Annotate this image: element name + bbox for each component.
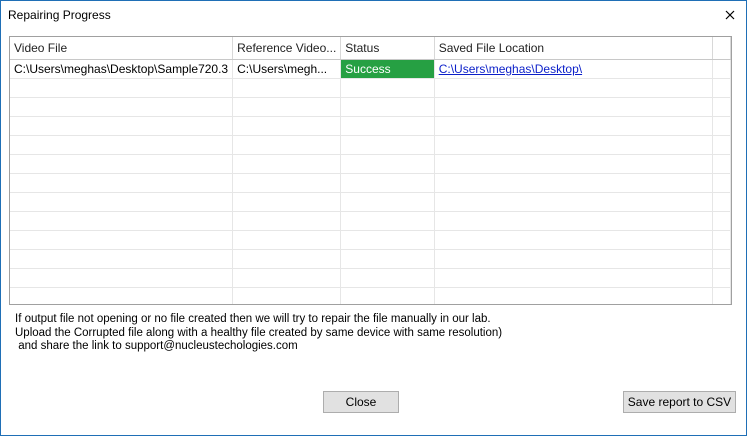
empty-cell xyxy=(340,173,435,193)
empty-cell xyxy=(340,97,435,117)
empty-cell xyxy=(712,211,731,231)
empty-cell xyxy=(712,78,731,98)
empty-cell xyxy=(712,116,731,136)
empty-cell xyxy=(712,154,731,174)
close-button[interactable]: Close xyxy=(323,391,399,413)
empty-cell xyxy=(340,154,435,174)
save-report-csv-button[interactable]: Save report to CSV xyxy=(623,391,736,413)
cell-status-success: Success xyxy=(340,59,435,79)
empty-cell xyxy=(10,268,234,288)
empty-cell xyxy=(340,249,435,269)
empty-cell xyxy=(10,154,234,174)
title-bar: Repairing Progress xyxy=(1,1,746,31)
empty-cell xyxy=(10,230,234,250)
results-table: Video File Reference Video... Status Sav… xyxy=(10,37,731,304)
empty-cell xyxy=(340,78,435,98)
empty-cell xyxy=(712,268,731,288)
empty-cell xyxy=(434,97,714,117)
empty-cell xyxy=(232,97,342,117)
empty-table-row xyxy=(10,78,731,98)
info-line-1: If output file not opening or no file cr… xyxy=(15,313,491,325)
empty-cell xyxy=(434,268,714,288)
column-header-video-file[interactable]: Video File xyxy=(10,37,234,60)
empty-table-row xyxy=(10,249,731,269)
empty-cell xyxy=(434,287,714,304)
column-header-status[interactable]: Status xyxy=(340,37,435,60)
table-header-row: Video File Reference Video... Status Sav… xyxy=(10,37,731,60)
empty-table-row xyxy=(10,116,731,136)
table-row[interactable]: C:\Users\meghas\Desktop\Sample720.3 C:\U… xyxy=(10,59,731,79)
empty-cell xyxy=(340,135,435,155)
empty-cell xyxy=(232,211,342,231)
empty-table-row xyxy=(10,173,731,193)
empty-cell xyxy=(10,287,234,304)
repairing-progress-dialog: Repairing Progress Video File Reference … xyxy=(0,0,747,436)
empty-cell xyxy=(10,249,234,269)
empty-cell xyxy=(232,268,342,288)
empty-cell xyxy=(434,116,714,136)
cell-video-file: C:\Users\meghas\Desktop\Sample720.3 xyxy=(10,59,234,79)
empty-table-row xyxy=(10,211,731,231)
empty-cell xyxy=(232,230,342,250)
column-header-reference-video[interactable]: Reference Video... xyxy=(232,37,342,60)
results-grid[interactable]: Video File Reference Video... Status Sav… xyxy=(9,36,732,305)
empty-cell xyxy=(434,230,714,250)
empty-cell xyxy=(712,192,731,212)
empty-cell xyxy=(10,135,234,155)
cell-saved-location[interactable]: C:\Users\meghas\Desktop\ xyxy=(434,59,714,79)
cell-reference-video: C:\Users\megh... xyxy=(232,59,342,79)
empty-table-row xyxy=(10,287,731,304)
empty-cell xyxy=(712,287,731,304)
empty-cell xyxy=(340,211,435,231)
empty-cell xyxy=(10,116,234,136)
empty-cell xyxy=(232,154,342,174)
empty-cell xyxy=(434,154,714,174)
empty-cell xyxy=(232,78,342,98)
empty-cell xyxy=(340,230,435,250)
info-text: If output file not opening or no file cr… xyxy=(15,313,502,354)
empty-cell xyxy=(434,211,714,231)
empty-cell xyxy=(10,173,234,193)
saved-location-link[interactable]: C:\Users\meghas\Desktop\ xyxy=(439,62,582,76)
empty-table-row xyxy=(10,230,731,250)
close-icon[interactable] xyxy=(722,7,738,23)
empty-cell xyxy=(232,135,342,155)
empty-cell xyxy=(434,192,714,212)
empty-cell xyxy=(232,192,342,212)
empty-cell xyxy=(340,287,435,304)
info-line-3: and share the link to support@nucleustec… xyxy=(15,340,298,352)
empty-cell xyxy=(434,249,714,269)
empty-cell xyxy=(434,135,714,155)
empty-cell xyxy=(434,78,714,98)
empty-cell xyxy=(10,78,234,98)
empty-cell xyxy=(232,173,342,193)
empty-cell xyxy=(340,268,435,288)
empty-cell xyxy=(10,97,234,117)
cell-empty xyxy=(712,59,731,79)
empty-cell xyxy=(232,287,342,304)
column-header-saved-file-location[interactable]: Saved File Location xyxy=(434,37,714,60)
info-line-2: Upload the Corrupted file along with a h… xyxy=(15,326,503,339)
empty-cell xyxy=(340,192,435,212)
column-header-empty xyxy=(712,37,731,60)
empty-cell xyxy=(340,116,435,136)
empty-table-row xyxy=(10,135,731,155)
empty-cell xyxy=(10,211,234,231)
empty-table-row xyxy=(10,97,731,117)
dialog-title: Repairing Progress xyxy=(8,8,111,22)
empty-cell xyxy=(712,249,731,269)
empty-cell xyxy=(232,249,342,269)
empty-cell xyxy=(434,173,714,193)
empty-cell xyxy=(10,192,234,212)
empty-cell xyxy=(712,173,731,193)
empty-table-row xyxy=(10,268,731,288)
empty-cell xyxy=(712,135,731,155)
empty-cell xyxy=(712,230,731,250)
empty-table-row xyxy=(10,154,731,174)
empty-cell xyxy=(232,116,342,136)
empty-table-row xyxy=(10,192,731,212)
empty-cell xyxy=(712,97,731,117)
